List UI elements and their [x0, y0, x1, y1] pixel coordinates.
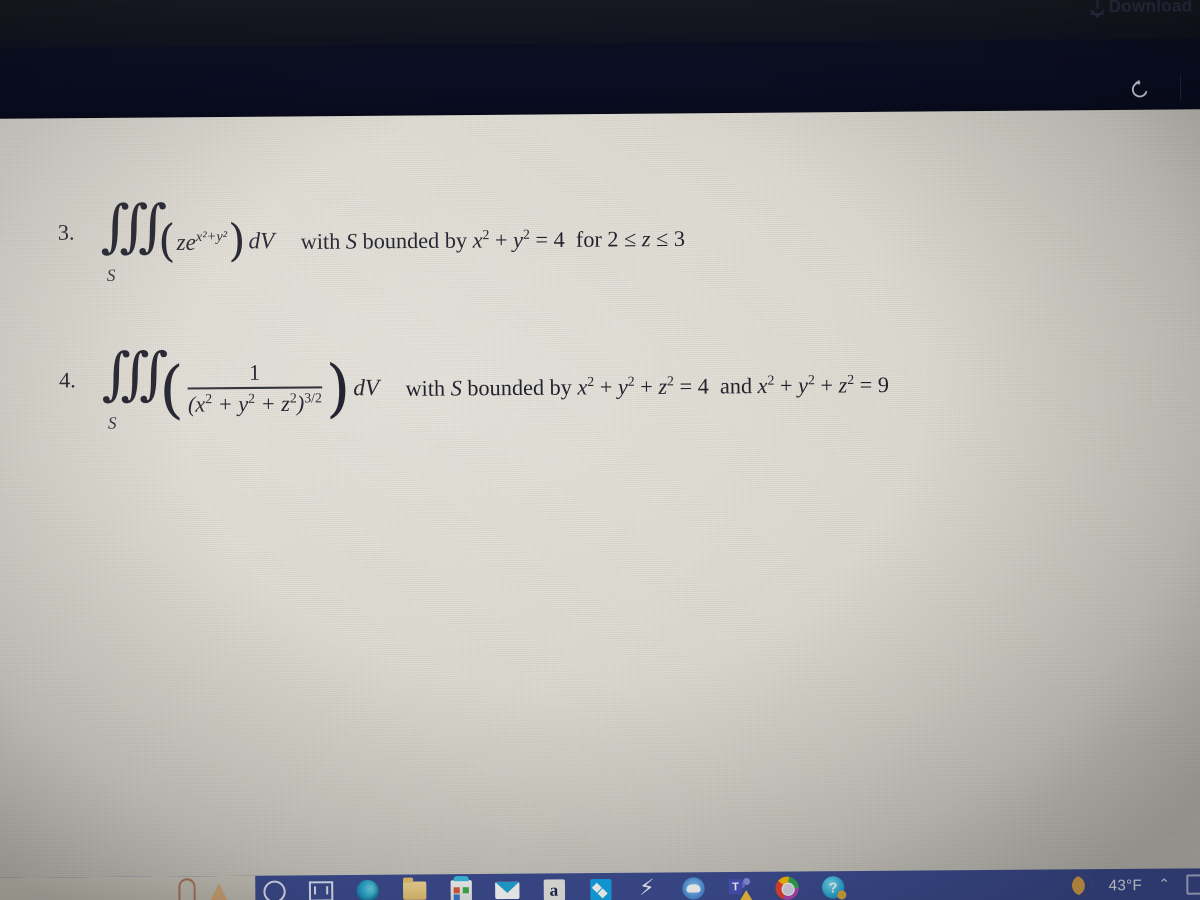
problem-number: 3.: [57, 219, 75, 245]
help-icon-label: ?: [821, 876, 845, 899]
monitor-photo-screen: Download 3. ∭ S ( zex²+y² ) dV with S bo…: [0, 0, 1200, 900]
paperclip-icon[interactable]: [178, 878, 196, 900]
problem-condition: with S bounded by x2 + y2 = 4 for 2 ≤ z …: [300, 225, 686, 254]
differential: dV: [353, 374, 380, 401]
microsoft-store-icon[interactable]: [448, 877, 475, 900]
fraction-denominator: (x2 + y2 + z2)3/2: [187, 390, 322, 417]
desktop-strip: [0, 875, 256, 900]
cortana-icon[interactable]: [261, 879, 288, 900]
file-explorer-icon[interactable]: [401, 877, 428, 900]
lightning-bolt-glyph: ⚡: [639, 875, 655, 900]
integral-glyphs: ∭: [101, 341, 155, 408]
open-paren: (: [158, 352, 185, 427]
download-subtext: [1090, 18, 1191, 33]
toolbar-divider: [1179, 75, 1182, 102]
close-paren: ): [227, 214, 246, 267]
problem-expression: ∭ S ( zex²+y² ) dV with S bounded by x2 …: [100, 193, 686, 284]
integral-glyphs: ∭: [100, 193, 154, 260]
integral-subscript: S: [107, 413, 117, 433]
integrand: zex²+y²: [176, 228, 228, 255]
integrand-exponent: x²+y²: [195, 228, 228, 245]
warning-badge-icon: [740, 890, 753, 900]
triple-integral-symbol: ∭ S: [100, 193, 153, 284]
open-paren: (: [157, 215, 176, 268]
problem-condition: with S bounded by x2 + y2 + z2 = 4 and x…: [405, 371, 890, 401]
taskbar-pinned-apps: a ⚡ T ?: [261, 871, 846, 900]
problem-number: 4.: [58, 367, 76, 393]
amazon-icon-label: a: [543, 878, 565, 900]
weather-temperature[interactable]: 43°F: [1109, 876, 1143, 893]
reload-button[interactable]: [1125, 75, 1154, 104]
download-button-label: Download: [1108, 0, 1193, 16]
problem-expression: ∭ S ( 1 (x2 + y2 + z2)3/2 ) dV with S bo…: [101, 341, 890, 432]
denominator-exponent: 3/2: [304, 390, 322, 406]
download-button[interactable]: Download: [1090, 0, 1193, 18]
chevron-up-icon[interactable]: ⌃: [1158, 877, 1170, 893]
download-arrow-icon: [1090, 0, 1105, 18]
dropbox-icon[interactable]: [587, 876, 614, 900]
task-view-icon[interactable]: [308, 878, 335, 900]
tray-icon[interactable]: [1186, 874, 1200, 895]
moon-icon[interactable]: [1069, 872, 1096, 899]
problem-item: 4. ∭ S ( 1 (x2 + y2 + z2)3/2 ) dV with S…: [58, 341, 890, 432]
fraction: 1 (x2 + y2 + z2)3/2: [185, 359, 325, 418]
pdf-page: 3. ∭ S ( zex²+y² ) dV with S bounded by …: [0, 109, 1200, 880]
mail-icon[interactable]: [494, 877, 521, 900]
edge-browser-icon[interactable]: [354, 878, 381, 900]
pdf-content: 3. ∭ S ( zex²+y² ) dV with S bounded by …: [0, 109, 1200, 880]
problem-item: 3. ∭ S ( zex²+y² ) dV with S bounded by …: [57, 193, 686, 284]
amazon-icon[interactable]: a: [541, 876, 568, 900]
triple-integral-symbol: ∭ S: [101, 341, 154, 432]
help-question-icon[interactable]: ?: [820, 874, 847, 900]
photo-skew-wrapper: Download 3. ∭ S ( zex²+y² ) dV with S bo…: [0, 0, 1200, 900]
integral-subscript: S: [106, 265, 116, 285]
fraction-numerator: 1: [248, 359, 261, 385]
browser-toolbar: [0, 38, 1200, 121]
system-tray: 43°F ⌃: [1069, 868, 1200, 900]
chrome-browser-icon[interactable]: [773, 874, 800, 900]
desktop-icons: [178, 878, 229, 900]
microsoft-teams-icon[interactable]: T: [727, 875, 754, 900]
cone-icon[interactable]: [209, 883, 229, 900]
lightning-bolt-icon[interactable]: ⚡: [634, 876, 661, 900]
differential: dV: [248, 227, 275, 254]
close-paren: ): [325, 350, 351, 425]
discord-icon[interactable]: [680, 875, 707, 900]
